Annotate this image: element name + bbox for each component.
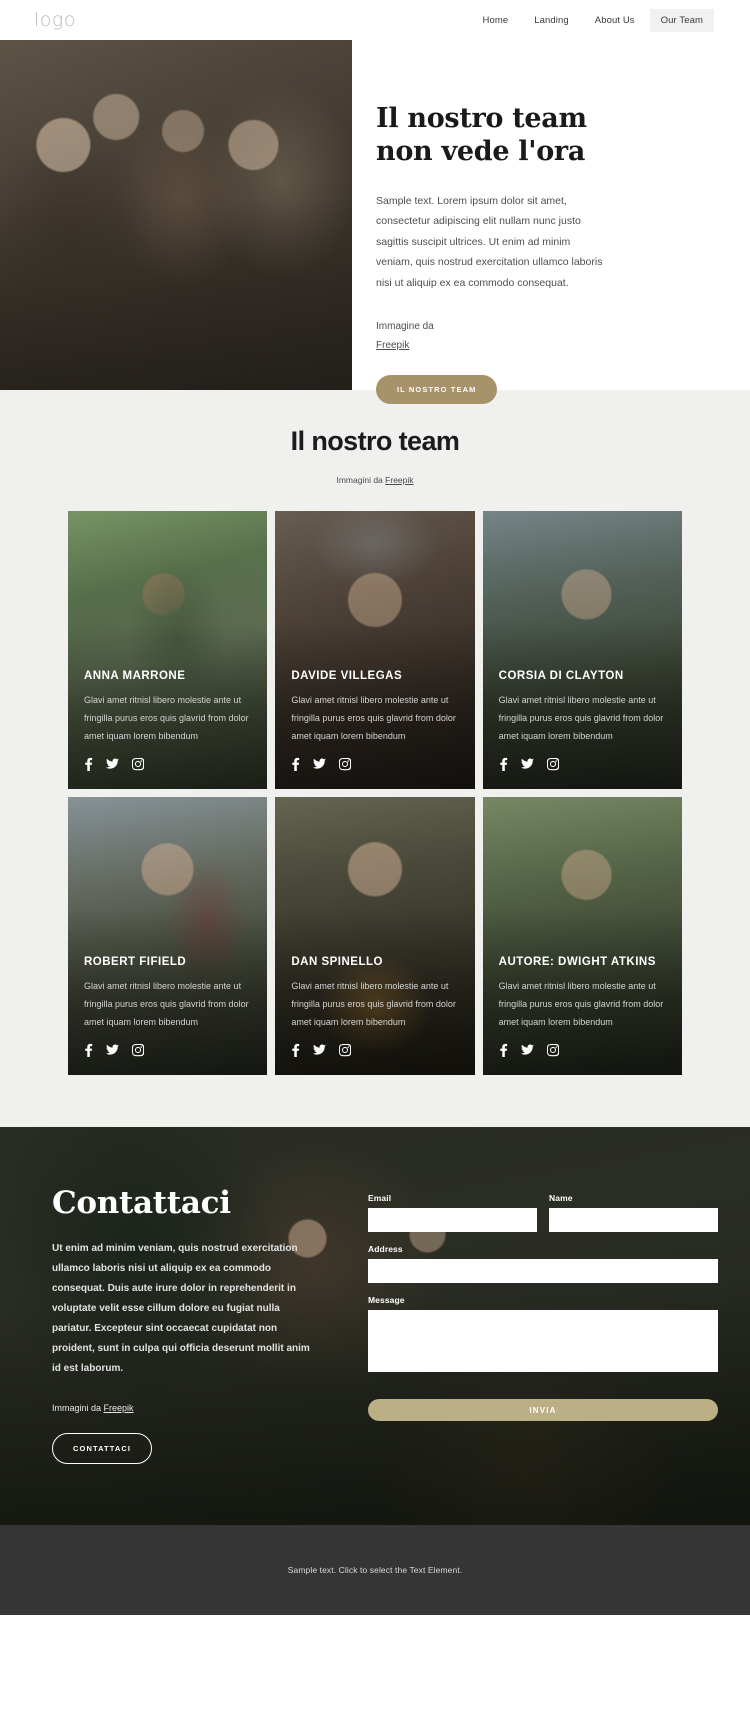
hero-credit-prefix: Immagine da xyxy=(376,321,434,333)
twitter-icon[interactable] xyxy=(520,1043,534,1057)
team-grid: ANNA MARRONE Glavi amet ritnisl libero m… xyxy=(68,511,682,1075)
team-card[interactable]: ROBERT FIFIELD Glavi amet ritnisl libero… xyxy=(68,797,268,1075)
address-input[interactable] xyxy=(368,1259,718,1283)
nav-item-our-team[interactable]: Our Team xyxy=(649,8,714,32)
hero-cta-button[interactable]: IL NOSTRO TEAM xyxy=(376,375,498,405)
instagram-icon[interactable] xyxy=(546,757,559,771)
message-label: Message xyxy=(368,1295,405,1305)
instagram-icon[interactable] xyxy=(132,1043,144,1057)
facebook-icon[interactable] xyxy=(499,757,508,771)
contact-title: Contattaci xyxy=(52,1185,231,1221)
hero-credit: Immagine da Freepik xyxy=(376,317,698,355)
member-bio: Glavi amet ritnisl libero molestie ante … xyxy=(291,981,456,1027)
hero-image xyxy=(0,40,352,390)
hero-credit-link[interactable]: Freepik xyxy=(376,336,698,355)
team-credit-link[interactable]: Freepik xyxy=(385,475,413,485)
nav-item-about-us[interactable]: About Us xyxy=(584,9,646,32)
member-name: ROBERT FIFIELD xyxy=(84,956,187,968)
member-name: ANNA MARRONE xyxy=(84,670,186,682)
member-bio: Glavi amet ritnisl libero molestie ante … xyxy=(84,981,249,1027)
team-section-subtitle: Immagini da Freepik xyxy=(0,475,750,485)
member-bio: Glavi amet ritnisl libero molestie ante … xyxy=(498,981,664,1027)
team-section: Il nostro team Immagini da Freepik ANNA … xyxy=(0,390,750,1127)
facebook-icon[interactable] xyxy=(499,1043,508,1057)
submit-button[interactable]: INVIA xyxy=(368,1399,718,1421)
email-label: Email xyxy=(368,1193,392,1203)
team-card[interactable]: DAN SPINELLO Glavi amet ritnisl libero m… xyxy=(275,797,475,1075)
hero-paragraph: Sample text. Lorem ipsum dolor sit amet,… xyxy=(376,194,603,289)
member-bio: Glavi amet ritnisl libero molestie ante … xyxy=(291,695,456,741)
nav-item-landing[interactable]: Landing xyxy=(523,9,580,32)
twitter-icon[interactable] xyxy=(313,1043,327,1057)
instagram-icon[interactable] xyxy=(546,1043,559,1057)
contact-credit-link[interactable]: Freepik xyxy=(104,1403,134,1413)
twitter-icon[interactable] xyxy=(520,757,534,771)
twitter-icon[interactable] xyxy=(313,757,327,771)
facebook-icon[interactable] xyxy=(291,757,300,771)
team-card[interactable]: ANNA MARRONE Glavi amet ritnisl libero m… xyxy=(68,511,268,789)
contact-cta-button[interactable]: CONTATTACI xyxy=(52,1433,153,1464)
team-card[interactable]: CORSIA DI CLAYTON Glavi amet ritnisl lib… xyxy=(482,511,682,789)
site-logo[interactable]: logo xyxy=(34,9,76,31)
name-field-group: Name xyxy=(549,1193,718,1232)
contact-paragraph: Ut enim ad minim veniam, quis nostrud ex… xyxy=(52,1243,310,1374)
hero-title-line-2: non vede l'ora xyxy=(376,136,586,168)
member-socials xyxy=(291,1043,458,1057)
member-socials xyxy=(84,757,251,771)
message-textarea[interactable] xyxy=(368,1310,718,1372)
instagram-icon[interactable] xyxy=(132,757,144,771)
twitter-icon[interactable] xyxy=(106,1043,119,1057)
nav-item-home[interactable]: Home xyxy=(472,9,520,32)
member-name: AUTORE: DWIGHT ATKINS xyxy=(498,956,656,968)
instagram-icon[interactable] xyxy=(339,1043,352,1057)
site-footer: Sample text. Click to select the Text El… xyxy=(0,1525,750,1615)
hero-title-line-1: Il nostro team xyxy=(376,103,587,134)
facebook-icon[interactable] xyxy=(291,1043,300,1057)
member-name: DAVIDE VILLEGAS xyxy=(291,670,403,682)
contact-credit: Immagini da Freepik xyxy=(52,1403,344,1413)
member-name: CORSIA DI CLAYTON xyxy=(498,670,624,682)
name-label: Name xyxy=(549,1193,573,1203)
hero-content: Il nostro team non vede l'ora Sample tex… xyxy=(352,40,750,405)
member-socials xyxy=(499,1043,666,1057)
email-input[interactable] xyxy=(368,1208,537,1232)
member-name: DAN SPINELLO xyxy=(291,956,383,968)
team-card[interactable]: DAVIDE VILLEGAS Glavi amet ritnisl liber… xyxy=(275,511,475,789)
hero-title: Il nostro team non vede l'ora xyxy=(376,102,698,169)
name-input[interactable] xyxy=(549,1208,718,1232)
member-bio: Glavi amet ritnisl libero molestie ante … xyxy=(498,695,664,741)
team-credit-prefix: Immagini da xyxy=(336,475,383,485)
instagram-icon[interactable] xyxy=(339,757,352,771)
team-section-title: Il nostro team xyxy=(290,426,460,456)
email-field-group: Email xyxy=(368,1193,537,1232)
team-card[interactable]: AUTORE: DWIGHT ATKINS Glavi amet ritnisl… xyxy=(482,797,682,1075)
site-header: logo Home Landing About Us Our Team xyxy=(0,0,750,40)
contact-section: Contattaci Ut enim ad minim veniam, quis… xyxy=(0,1127,750,1525)
facebook-icon[interactable] xyxy=(84,1043,93,1057)
member-bio: Glavi amet ritnisl libero molestie ante … xyxy=(84,695,249,741)
contact-form: Email Name Address Message INVIA xyxy=(368,1185,718,1467)
footer-text: Sample text. Click to select the Text El… xyxy=(287,1565,463,1575)
twitter-icon[interactable] xyxy=(106,757,119,771)
member-socials xyxy=(291,757,458,771)
member-socials xyxy=(499,757,666,771)
address-field-group: Address xyxy=(368,1244,718,1283)
facebook-icon[interactable] xyxy=(84,757,93,771)
address-label: Address xyxy=(368,1244,403,1254)
hero-section: Il nostro team non vede l'ora Sample tex… xyxy=(0,40,750,405)
message-field-group: Message xyxy=(368,1295,718,1377)
contact-credit-prefix: Immagini da xyxy=(52,1403,102,1413)
member-socials xyxy=(84,1043,251,1057)
main-navigation: Home Landing About Us Our Team xyxy=(472,8,714,32)
contact-info: Contattaci Ut enim ad minim veniam, quis… xyxy=(52,1185,344,1467)
